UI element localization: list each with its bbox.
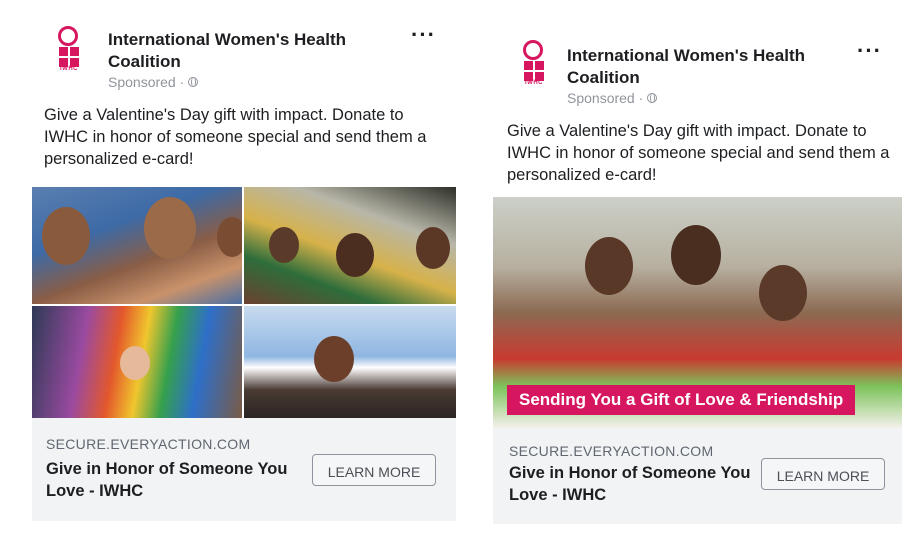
sponsored-text: Sponsored · xyxy=(108,74,185,90)
link-domain: SECURE.EVERYACTION.COM xyxy=(46,436,251,452)
sponsored-label: Sponsored · xyxy=(567,90,658,106)
link-headline[interactable]: Give in Honor of Someone You Love - IWHC xyxy=(509,462,759,506)
sponsored-label: Sponsored · xyxy=(108,74,199,90)
ad-header: IWHC International Women's Health Coalit… xyxy=(493,32,902,106)
collage-photo-activist-shouting xyxy=(244,306,456,418)
iwhc-logo[interactable]: IWHC xyxy=(519,40,549,96)
page-name-link[interactable]: International Women's Health Coalition xyxy=(567,45,847,89)
learn-more-button[interactable]: LEARN MORE xyxy=(761,458,885,490)
globe-icon xyxy=(647,93,658,103)
ad-body-text: Give a Valentine's Day gift with impact.… xyxy=(507,122,890,184)
page-name-link[interactable]: International Women's Health Coalition xyxy=(108,29,388,73)
logo-wordmark: IWHC xyxy=(60,66,78,72)
ad-card-1: IWHC International Women's Health Coalit… xyxy=(32,16,456,521)
more-options-icon[interactable]: ··· xyxy=(411,24,436,46)
link-headline[interactable]: Give in Honor of Someone You Love - IWHC xyxy=(46,458,296,502)
ad-image-banner: Sending You a Gift of Love & Friendship xyxy=(507,385,856,415)
logo-wordmark: IWHC xyxy=(525,80,543,86)
ad-image-collage[interactable] xyxy=(32,187,456,418)
learn-more-button[interactable]: LEARN MORE xyxy=(312,454,436,486)
more-options-icon[interactable]: ··· xyxy=(857,40,882,62)
ad-card-2: IWHC International Women's Health Coalit… xyxy=(493,32,902,524)
link-domain: SECURE.EVERYACTION.COM xyxy=(509,443,714,459)
collage-photo-pride-flag xyxy=(32,306,242,418)
ad-body-text: Give a Valentine's Day gift with impact.… xyxy=(44,106,427,168)
sponsored-text: Sponsored · xyxy=(567,90,644,106)
ad-link-footer[interactable]: SECURE.EVERYACTION.COM Give in Honor of … xyxy=(493,428,902,524)
iwhc-logo[interactable]: IWHC xyxy=(54,26,84,82)
collage-photo-girls xyxy=(32,187,242,304)
ad-link-footer[interactable]: SECURE.EVERYACTION.COM Give in Honor of … xyxy=(32,418,456,521)
ad-image[interactable]: Sending You a Gift of Love & Friendship xyxy=(493,197,902,428)
collage-photo-women-headscarves xyxy=(244,187,456,304)
ad-header: IWHC International Women's Health Coalit… xyxy=(32,16,456,90)
globe-icon xyxy=(188,77,199,87)
